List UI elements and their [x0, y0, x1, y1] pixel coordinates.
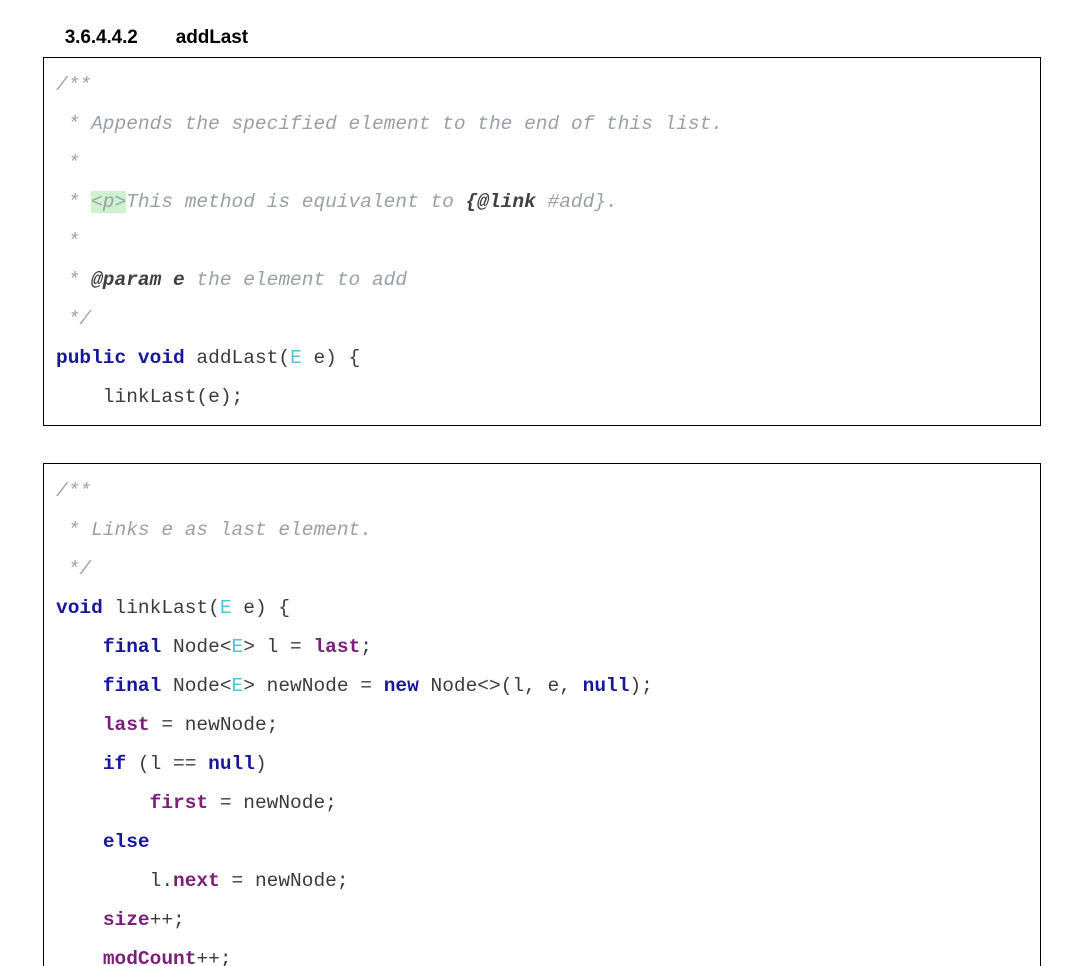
code-token: l. — [56, 870, 174, 892]
code-token: > l = — [243, 636, 314, 658]
code-line: first = newNode; — [56, 784, 1040, 823]
code-token: * — [56, 152, 80, 174]
code-token: Node< — [161, 636, 232, 658]
code-token: = newNode; — [149, 714, 279, 736]
code-token: {@link — [465, 191, 536, 213]
code-token: if — [102, 753, 127, 775]
code-token: public void — [56, 347, 185, 369]
code-line: * — [56, 222, 1040, 261]
code-token: e — [173, 269, 185, 291]
code-line: /** — [56, 66, 1040, 105]
code-token: ++; — [149, 909, 185, 931]
code-token: > newNode = — [243, 675, 384, 697]
code-line: else — [56, 823, 1040, 862]
code-token: This method is equivalent to — [126, 191, 466, 213]
code-token: e) { — [231, 597, 291, 619]
code-token: final — [102, 636, 162, 658]
code-token: @param — [91, 269, 162, 291]
code-token: first — [149, 792, 209, 814]
code-line: /** — [56, 472, 1040, 511]
code-token: = newNode; — [219, 870, 349, 892]
code-token: final — [102, 675, 162, 697]
code-line: * — [56, 144, 1040, 183]
code-line: * Links e as last element. — [56, 511, 1040, 550]
code-token: modCount — [102, 948, 197, 966]
code-token: last — [102, 714, 150, 736]
section-number: 3.6.4.4.2 — [64, 27, 138, 48]
code-token: ; — [360, 636, 372, 658]
code-token: last — [313, 636, 361, 658]
code-token: * — [56, 230, 80, 252]
code-token: the element to add — [184, 269, 408, 291]
code-line: if (l == null) — [56, 745, 1040, 784]
code-token: */ — [56, 308, 92, 330]
code-token: /** — [56, 74, 92, 96]
code-line: public void addLast(E e) { — [56, 339, 1040, 378]
code-token: * — [56, 269, 92, 291]
code-line: final Node<E> l = last; — [56, 628, 1040, 667]
code-content-addlast: /** * Appends the specified element to t… — [44, 58, 1040, 426]
code-token: null — [208, 753, 255, 775]
code-token: null — [582, 675, 630, 697]
code-content-linklast: /** * Links e as last element. */ void li… — [44, 464, 1040, 966]
code-line: modCount++; — [56, 940, 1040, 966]
code-token: = newNode; — [208, 792, 337, 814]
code-token: ++; — [196, 948, 232, 966]
code-token: next — [173, 870, 220, 892]
code-token: E — [231, 636, 244, 658]
code-line: linkLast(e); — [56, 378, 1040, 417]
code-token: addLast( — [184, 347, 291, 369]
code-line: void linkLast(E e) { — [56, 589, 1040, 628]
code-token: size — [102, 909, 150, 931]
code-token: #add}. — [535, 191, 618, 213]
code-listing-addlast: /** * Appends the specified element to t… — [43, 57, 1041, 426]
code-token: linkLast(e); — [56, 386, 244, 408]
code-token: * — [56, 191, 92, 213]
code-token: linkLast( — [102, 597, 220, 619]
code-token: * Links e as last element. — [56, 519, 372, 541]
code-token: Node<>(l, e, — [418, 675, 583, 697]
code-token: /** — [56, 480, 92, 502]
code-line: */ — [56, 300, 1040, 339]
code-token: * Appends the specified element to the e… — [56, 113, 724, 135]
code-listing-linklast: /** * Links e as last element. */ void li… — [43, 463, 1041, 966]
code-line: final Node<E> newNode = new Node<>(l, e,… — [56, 667, 1040, 706]
code-token: <p> — [91, 191, 127, 213]
code-token: ) — [254, 753, 267, 775]
code-token: else — [102, 831, 150, 853]
code-token: E — [290, 347, 302, 369]
code-line: * Appends the specified element to the e… — [56, 105, 1040, 144]
code-line: last = newNode; — [56, 706, 1040, 745]
code-token: E — [219, 597, 232, 619]
code-line: size++; — [56, 901, 1040, 940]
code-token: } — [56, 425, 68, 426]
code-token: void — [56, 597, 103, 619]
code-token: ); — [629, 675, 653, 697]
code-token: e) { — [301, 347, 361, 369]
code-token: E — [231, 675, 244, 697]
code-line: * @param e the element to add — [56, 261, 1040, 300]
code-line: * <p>This method is equivalent to {@link… — [56, 183, 1040, 222]
code-token: Node< — [161, 675, 232, 697]
code-line: } — [56, 417, 1040, 426]
section-title: addLast — [175, 27, 248, 48]
code-token: */ — [56, 558, 92, 580]
code-line: l.next = newNode; — [56, 862, 1040, 901]
code-token: new — [383, 675, 419, 697]
code-line: */ — [56, 550, 1040, 589]
code-token: (l == — [126, 753, 209, 775]
document-page: 3.6.4.4.2 addLast /** * Appends the speci… — [0, 0, 1079, 966]
